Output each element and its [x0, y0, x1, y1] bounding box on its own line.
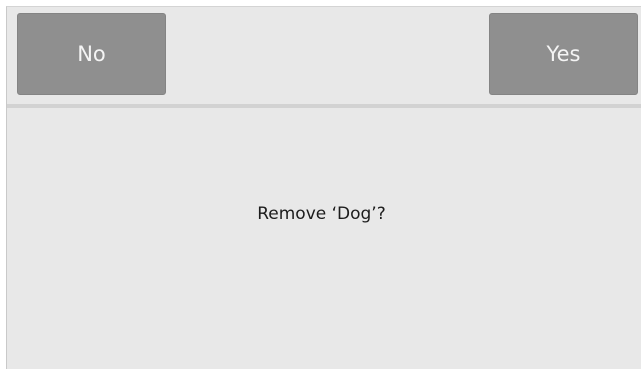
message-area: Remove ‘Dog’? [7, 108, 641, 370]
no-button[interactable]: No [17, 13, 166, 95]
yes-button[interactable]: Yes [489, 13, 638, 95]
confirm-dialog: No Yes Remove ‘Dog’? [6, 6, 641, 369]
confirm-message: Remove ‘Dog’? [257, 204, 386, 224]
dialog-toolbar: No Yes [7, 7, 641, 104]
